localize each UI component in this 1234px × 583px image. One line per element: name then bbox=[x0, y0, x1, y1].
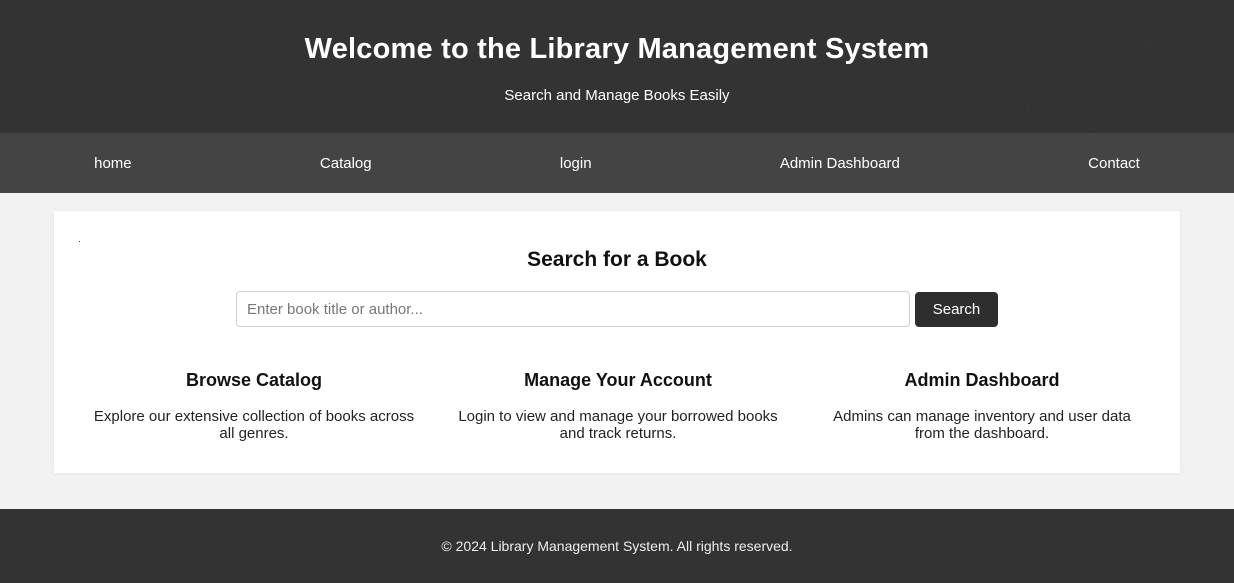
search-heading: Search for a Book bbox=[527, 248, 707, 271]
artifact-dot bbox=[1089, 135, 1090, 136]
search-input[interactable] bbox=[236, 291, 910, 327]
page-title: Welcome to the Library Management System bbox=[304, 33, 930, 65]
feature-browse-catalog: Browse Catalog Explore our extensive col… bbox=[90, 370, 418, 442]
nav-link-catalog[interactable]: Catalog bbox=[310, 149, 382, 178]
feature-title: Manage Your Account bbox=[524, 370, 712, 390]
feature-description: Explore our extensive collection of book… bbox=[93, 408, 415, 442]
site-header: Welcome to the Library Management System… bbox=[0, 0, 1234, 133]
feature-title: Browse Catalog bbox=[185, 370, 323, 390]
main-nav: home Catalog login Admin Dashboard Conta… bbox=[0, 133, 1234, 193]
search-button[interactable]: Search bbox=[915, 291, 998, 327]
feature-title: Admin Dashboard bbox=[904, 370, 1060, 390]
artifact-dot bbox=[79, 241, 80, 242]
nav-link-contact[interactable]: Contact bbox=[1078, 149, 1150, 178]
site-footer: © 2024 Library Management System. All ri… bbox=[0, 509, 1234, 583]
nav-link-home[interactable]: home bbox=[84, 149, 142, 178]
feature-admin-dashboard: Admin Dashboard Admins can manage invent… bbox=[818, 370, 1146, 442]
artifact-dot bbox=[1015, 187, 1016, 188]
artifact-dot bbox=[1146, 43, 1147, 44]
feature-description: Admins can manage inventory and user dat… bbox=[833, 408, 1131, 442]
feature-list: Browse Catalog Explore our extensive col… bbox=[54, 370, 1180, 442]
artifact-dot bbox=[1028, 105, 1029, 106]
search-card: Search for a Book Search Browse Catalog … bbox=[54, 211, 1180, 473]
nav-link-admin-dashboard[interactable]: Admin Dashboard bbox=[770, 149, 910, 178]
page-subtitle: Search and Manage Books Easily bbox=[504, 87, 730, 104]
copyright-text: © 2024 Library Management System. All ri… bbox=[441, 538, 793, 554]
nav-link-login[interactable]: login bbox=[550, 149, 602, 178]
feature-manage-account: Manage Your Account Login to view and ma… bbox=[454, 370, 782, 442]
feature-description: Login to view and manage your borrowed b… bbox=[458, 408, 778, 442]
search-form: Search bbox=[236, 291, 998, 327]
